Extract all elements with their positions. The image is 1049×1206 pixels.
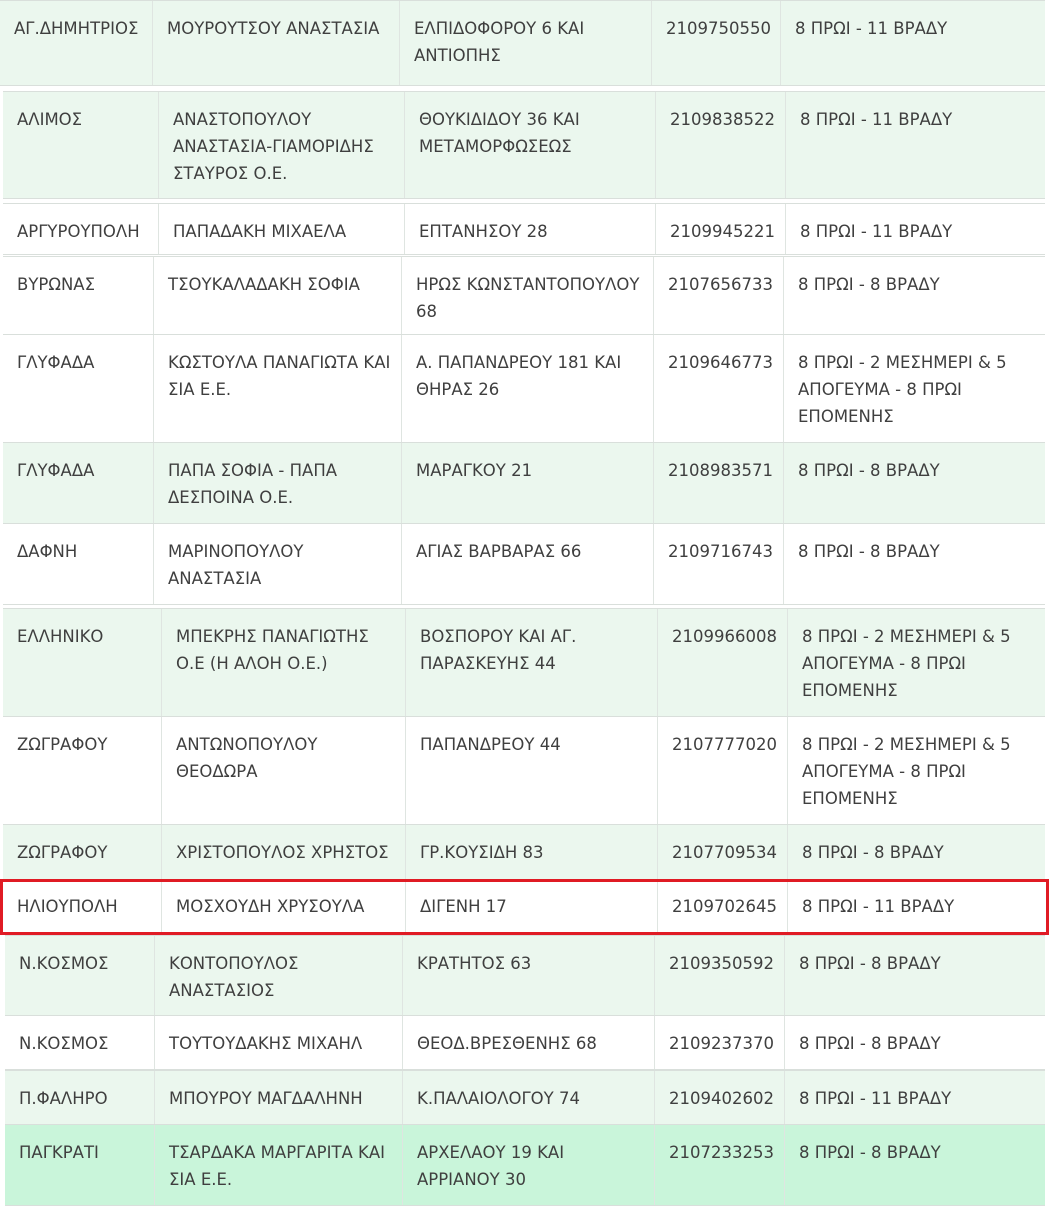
cell-phone: 2109646773	[654, 335, 784, 442]
table-row: Π.ΦΑΛΗΡΟ ΜΠΟΥΡΟΥ ΜΑΓΔΑΛΗΝΗ Κ.ΠΑΛΑΙΟΛΟΓΟΥ…	[5, 1070, 1045, 1125]
cell-area: ΖΩΓΡΑΦΟΥ	[3, 717, 162, 824]
cell-area: Π.ΦΑΛΗΡΟ	[5, 1071, 155, 1124]
cell-name: ΜΠΕΚΡΗΣ ΠΑΝΑΓΙΩΤΗΣ Ο.Ε (Η ΑΛΟΗ Ο.Ε.)	[162, 609, 406, 716]
cell-phone: 2109237370	[655, 1016, 785, 1069]
cell-address: ΗΡΩΣ ΚΩΝΣΤΑΝΤΟΠΟΥΛΟΥ 68	[402, 257, 654, 334]
cell-phone: 2107233253	[655, 1125, 785, 1205]
table-row: ΖΩΓΡΑΦΟΥ ΑΝΤΩΝΟΠΟΥΛΟΥ ΘΕΟΔΩΡΑ ΠΑΠΑΝΔΡΕΟΥ…	[3, 716, 1045, 825]
cell-name: ΜΟΣΧΟΥΔΗ ΧΡΥΣΟΥΛΑ	[162, 880, 406, 934]
cell-name: ΠΑΠΑ ΣΟΦΙΑ - ΠΑΠΑ ΔΕΣΠΟΙΝΑ Ο.Ε.	[154, 443, 402, 523]
cell-address: Α. ΠΑΠΑΝΔΡΕΟΥ 181 ΚΑΙ ΘΗΡΑΣ 26	[402, 335, 654, 442]
cell-area: ΗΛΙΟΥΠΟΛΗ	[0, 880, 162, 934]
cell-phone: 2109702645	[658, 880, 788, 934]
cell-area: Ν.ΚΟΣΜΟΣ	[5, 936, 155, 1015]
table-row: Ν.ΚΟΣΜΟΣ ΚΟΝΤΟΠΟΥΛΟΣ ΑΝΑΣΤΑΣΙΟΣ ΚΡΑΤΗΤΟΣ…	[5, 935, 1045, 1016]
cell-name: ΠΑΠΑΔΑΚΗ ΜΙΧΑΕΛΑ	[159, 204, 405, 254]
table-row: Ν.ΚΟΣΜΟΣ ΤΟΥΤΟΥΔΑΚΗΣ ΜΙΧΑΗΛ ΘΕΟΔ.ΒΡΕΣΘΕΝ…	[5, 1015, 1045, 1070]
cell-address: ΚΡΑΤΗΤΟΣ 63	[403, 936, 655, 1015]
cell-area: ΓΛΥΦΑΔΑ	[3, 443, 154, 523]
cell-phone: 2107656733	[654, 257, 784, 334]
table-row: ΖΩΓΡΑΦΟΥ ΧΡΙΣΤΟΠΟΥΛΟΣ ΧΡΗΣΤΟΣ ΓΡ.ΚΟΥΣΙΔΗ…	[3, 824, 1045, 880]
cell-name: ΤΟΥΤΟΥΔΑΚΗΣ ΜΙΧΑΗΛ	[155, 1016, 403, 1069]
cell-area: ΓΛΥΦΑΔΑ	[3, 335, 154, 442]
cell-area: ΔΑΦΝΗ	[3, 524, 154, 604]
cell-name: ΧΡΙΣΤΟΠΟΥΛΟΣ ΧΡΗΣΤΟΣ	[162, 825, 406, 879]
cell-phone: 2109838522	[656, 92, 786, 198]
table-row: ΓΛΥΦΑΔΑ ΠΑΠΑ ΣΟΦΙΑ - ΠΑΠΑ ΔΕΣΠΟΙΝΑ Ο.Ε. …	[3, 442, 1045, 524]
cell-name: ΑΝΤΩΝΟΠΟΥΛΟΥ ΘΕΟΔΩΡΑ	[162, 717, 406, 824]
table-row: ΓΛΥΦΑΔΑ ΚΩΣΤΟΥΛΑ ΠΑΝΑΓΙΩΤΑ ΚΑΙ ΣΙΑ Ε.Ε. …	[3, 334, 1045, 443]
cell-phone: 2109945221	[656, 204, 786, 254]
cell-address: ΠΑΠΑΝΔΡΕΟΥ 44	[406, 717, 658, 824]
cell-area: ΠΑΓΚΡΑΤΙ	[5, 1125, 155, 1205]
cell-address: ΕΛΠΙΔΟΦΟΡΟΥ 6 ΚΑΙ ΑΝΤΙΟΠΗΣ	[400, 1, 652, 85]
cell-name: ΤΣΑΡΔΑΚΑ ΜΑΡΓΑΡΙΤΑ ΚΑΙ ΣΙΑ Ε.Ε.	[155, 1125, 403, 1205]
cell-hours: 8 ΠΡΩΙ - 8 ΒΡΑΔΥ	[798, 275, 940, 294]
cell-phone: 2109750550	[652, 1, 781, 85]
cell-phone: 2109350592	[655, 936, 785, 1015]
table-row: ΔΑΦΝΗ ΜΑΡΙΝΟΠΟΥΛΟΥ ΑΝΑΣΤΑΣΙΑ ΑΓΙΑΣ ΒΑΡΒΑ…	[3, 523, 1045, 605]
cell-phone: 2109716743	[654, 524, 784, 604]
cell-address: ΒΟΣΠΟΡΟΥ ΚΑΙ ΑΓ. ΠΑΡΑΣΚΕΥΗΣ 44	[406, 609, 658, 716]
cell-name: ΜΠΟΥΡΟΥ ΜΑΓΔΑΛΗΝΗ	[155, 1071, 403, 1124]
cell-name: ΜΑΡΙΝΟΠΟΥΛΟΥ ΑΝΑΣΤΑΣΙΑ	[154, 524, 402, 604]
cell-address: ΘΟΥΚΙΔΙΔΟΥ 36 ΚΑΙ ΜΕΤΑΜΟΡΦΩΣΕΩΣ	[405, 92, 656, 198]
table-row: ΕΛΛΗΝΙΚΟ ΜΠΕΚΡΗΣ ΠΑΝΑΓΙΩΤΗΣ Ο.Ε (Η ΑΛΟΗ …	[3, 608, 1045, 717]
cell-address: Κ.ΠΑΛΑΙΟΛΟΓΟΥ 74	[403, 1071, 655, 1124]
table-row: ΑΡΓΥΡΟΥΠΟΛΗ ΠΑΠΑΔΑΚΗ ΜΙΧΑΕΛΑ ΕΠΤΑΝΗΣΟΥ 2…	[3, 203, 1045, 255]
cell-phone: 2107777020	[658, 717, 788, 824]
cell-name: ΤΣΟΥΚΑΛΑΔΑΚΗ ΣΟΦΙΑ	[154, 257, 402, 334]
cell-hours: 8 ΠΡΩΙ - 8 ΒΡΑΔΥ	[799, 1034, 941, 1053]
cell-area: Ν.ΚΟΣΜΟΣ	[5, 1016, 155, 1069]
cell-hours: 8 ΠΡΩΙ - 8 ΒΡΑΔΥ	[799, 954, 941, 973]
cell-name: ΚΩΣΤΟΥΛΑ ΠΑΝΑΓΙΩΤΑ ΚΑΙ ΣΙΑ Ε.Ε.	[154, 335, 402, 442]
cell-hours: 8 ΠΡΩΙ - 11 ΒΡΑΔΥ	[795, 19, 948, 38]
table-row: ΠΑΓΚΡΑΤΙ ΤΣΑΡΔΑΚΑ ΜΑΡΓΑΡΙΤΑ ΚΑΙ ΣΙΑ Ε.Ε.…	[5, 1124, 1045, 1206]
cell-hours: 8 ΠΡΩΙ - 11 ΒΡΑΔΥ	[800, 222, 953, 241]
cell-address: ΑΡΧΕΛΑΟΥ 19 ΚΑΙ ΑΡΡΙΑΝΟΥ 30	[403, 1125, 655, 1205]
cell-hours: 8 ΠΡΩΙ - 11 ΒΡΑΔΥ	[800, 110, 953, 129]
cell-address: ΔΙΓΕΝΗ 17	[406, 880, 658, 934]
cell-hours: 8 ΠΡΩΙ - 2 ΜΕΣΗΜΕΡΙ & 5 ΑΠΟΓΕΥΜΑ - 8 ΠΡΩ…	[798, 353, 1007, 426]
cell-hours: 8 ΠΡΩΙ - 2 ΜΕΣΗΜΕΡΙ & 5 ΑΠΟΓΕΥΜΑ - 8 ΠΡΩ…	[802, 627, 1011, 700]
cell-hours: 8 ΠΡΩΙ - 8 ΒΡΑΔΥ	[799, 1143, 941, 1162]
cell-area: ΕΛΛΗΝΙΚΟ	[3, 609, 162, 716]
cell-area: ΖΩΓΡΑΦΟΥ	[3, 825, 162, 879]
table-row: ΒΥΡΩΝΑΣ ΤΣΟΥΚΑΛΑΔΑΚΗ ΣΟΦΙΑ ΗΡΩΣ ΚΩΝΣΤΑΝΤ…	[3, 256, 1045, 335]
cell-area: ΒΥΡΩΝΑΣ	[3, 257, 154, 334]
table-row-highlighted[interactable]: ΗΛΙΟΥΠΟΛΗ ΜΟΣΧΟΥΔΗ ΧΡΥΣΟΥΛΑ ΔΙΓΕΝΗ 17 21…	[0, 879, 1049, 935]
cell-address: ΜΑΡΑΓΚΟΥ 21	[402, 443, 654, 523]
cell-area: ΑΓ.ΔΗΜΗΤΡΙΟΣ	[0, 1, 153, 85]
cell-address: ΑΓΙΑΣ ΒΑΡΒΑΡΑΣ 66	[402, 524, 654, 604]
cell-phone: 2108983571	[654, 443, 784, 523]
cell-area: ΑΛΙΜΟΣ	[3, 92, 159, 198]
cell-hours: 8 ΠΡΩΙ - 11 ΒΡΑΔΥ	[802, 897, 955, 916]
cell-hours: 8 ΠΡΩΙ - 8 ΒΡΑΔΥ	[798, 542, 940, 561]
cell-name: ΑΝΑΣΤΟΠΟΥΛΟΥ ΑΝΑΣΤΑΣΙΑ-ΓΙΑΜΟΡΙΔΗΣ ΣΤΑΥΡΟ…	[159, 92, 405, 198]
cell-phone: 2109402602	[655, 1071, 785, 1124]
cell-hours: 8 ΠΡΩΙ - 2 ΜΕΣΗΜΕΡΙ & 5 ΑΠΟΓΕΥΜΑ - 8 ΠΡΩ…	[802, 735, 1011, 808]
cell-address: ΘΕΟΔ.ΒΡΕΣΘΕΝΗΣ 68	[403, 1016, 655, 1069]
cell-name: ΜΟΥΡΟΥΤΣΟΥ ΑΝΑΣΤΑΣΙΑ	[153, 1, 400, 85]
cell-hours: 8 ΠΡΩΙ - 8 ΒΡΑΔΥ	[798, 461, 940, 480]
cell-phone: 2109966008	[658, 609, 788, 716]
cell-address: ΕΠΤΑΝΗΣΟΥ 28	[405, 204, 656, 254]
cell-hours: 8 ΠΡΩΙ - 11 ΒΡΑΔΥ	[799, 1089, 952, 1108]
table-row: ΑΛΙΜΟΣ ΑΝΑΣΤΟΠΟΥΛΟΥ ΑΝΑΣΤΑΣΙΑ-ΓΙΑΜΟΡΙΔΗΣ…	[3, 91, 1045, 199]
cell-area: ΑΡΓΥΡΟΥΠΟΛΗ	[3, 204, 159, 254]
cell-phone: 2107709534	[658, 825, 788, 879]
cell-address: ΓΡ.ΚΟΥΣΙΔΗ 83	[406, 825, 658, 879]
cell-hours: 8 ΠΡΩΙ - 8 ΒΡΑΔΥ	[802, 843, 944, 862]
cell-name: ΚΟΝΤΟΠΟΥΛΟΣ ΑΝΑΣΤΑΣΙΟΣ	[155, 936, 403, 1015]
table-row: ΑΓ.ΔΗΜΗΤΡΙΟΣ ΜΟΥΡΟΥΤΣΟΥ ΑΝΑΣΤΑΣΙΑ ΕΛΠΙΔΟ…	[0, 0, 1045, 86]
